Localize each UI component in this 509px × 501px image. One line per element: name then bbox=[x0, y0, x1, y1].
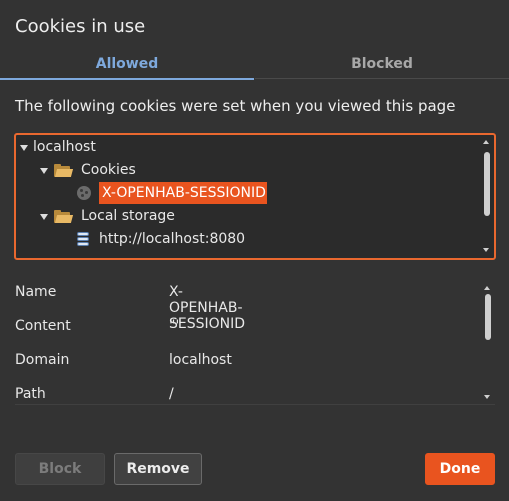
detail-key: Path bbox=[15, 386, 46, 402]
tree-node-label: Cookies bbox=[81, 162, 136, 178]
detail-key: Name bbox=[15, 284, 57, 300]
folder-open-icon bbox=[54, 256, 72, 260]
folder-open-icon bbox=[54, 164, 74, 177]
tree-node-label: Databases bbox=[81, 251, 155, 260]
block-button[interactable]: Block bbox=[15, 453, 105, 485]
tree-item-cookie-selected[interactable]: X-OPENHAB-SESSIONID bbox=[99, 182, 267, 204]
folder-open-icon bbox=[54, 210, 74, 223]
detail-key: Domain bbox=[15, 352, 70, 368]
intro-text: The following cookies were set when you … bbox=[15, 97, 456, 115]
tree-scrollbar-thumb[interactable] bbox=[484, 152, 490, 216]
remove-button[interactable]: Remove bbox=[114, 453, 202, 485]
cookie-icon bbox=[77, 186, 91, 200]
tab-blocked[interactable]: Blocked bbox=[255, 52, 509, 79]
done-button[interactable]: Done bbox=[425, 453, 495, 485]
tree-item-local-storage[interactable]: http://localhost:8080 bbox=[99, 228, 245, 251]
scroll-down-arrow-icon[interactable] bbox=[484, 395, 490, 399]
details-scrollbar-thumb[interactable] bbox=[485, 294, 491, 340]
detail-value: / bbox=[169, 386, 174, 402]
expand-arrow-icon[interactable] bbox=[40, 214, 48, 220]
tree-node-label: localhost bbox=[33, 139, 96, 155]
dialog-title: Cookies in use bbox=[15, 16, 146, 37]
cookie-tree[interactable]: localhost Cookies X-OPENHAB-SESSIONID Lo… bbox=[14, 133, 496, 260]
scroll-up-arrow-icon[interactable] bbox=[483, 140, 489, 144]
expand-arrow-icon[interactable] bbox=[20, 145, 28, 151]
tree-node-label: Local storage bbox=[81, 208, 175, 224]
divider bbox=[15, 404, 495, 405]
scroll-up-arrow-icon[interactable] bbox=[484, 286, 490, 290]
detail-value: localhost bbox=[169, 352, 232, 368]
detail-value: "" bbox=[169, 318, 182, 334]
detail-key: Content bbox=[15, 318, 71, 334]
scroll-down-arrow-icon[interactable] bbox=[483, 248, 489, 252]
tab-allowed[interactable]: Allowed bbox=[0, 52, 254, 80]
database-icon bbox=[77, 232, 89, 246]
cookie-details: Name X-OPENHAB-SESSIONID Content "" Doma… bbox=[0, 270, 509, 405]
expand-arrow-icon[interactable] bbox=[40, 168, 48, 174]
tab-bar: Allowed Blocked bbox=[0, 52, 509, 80]
